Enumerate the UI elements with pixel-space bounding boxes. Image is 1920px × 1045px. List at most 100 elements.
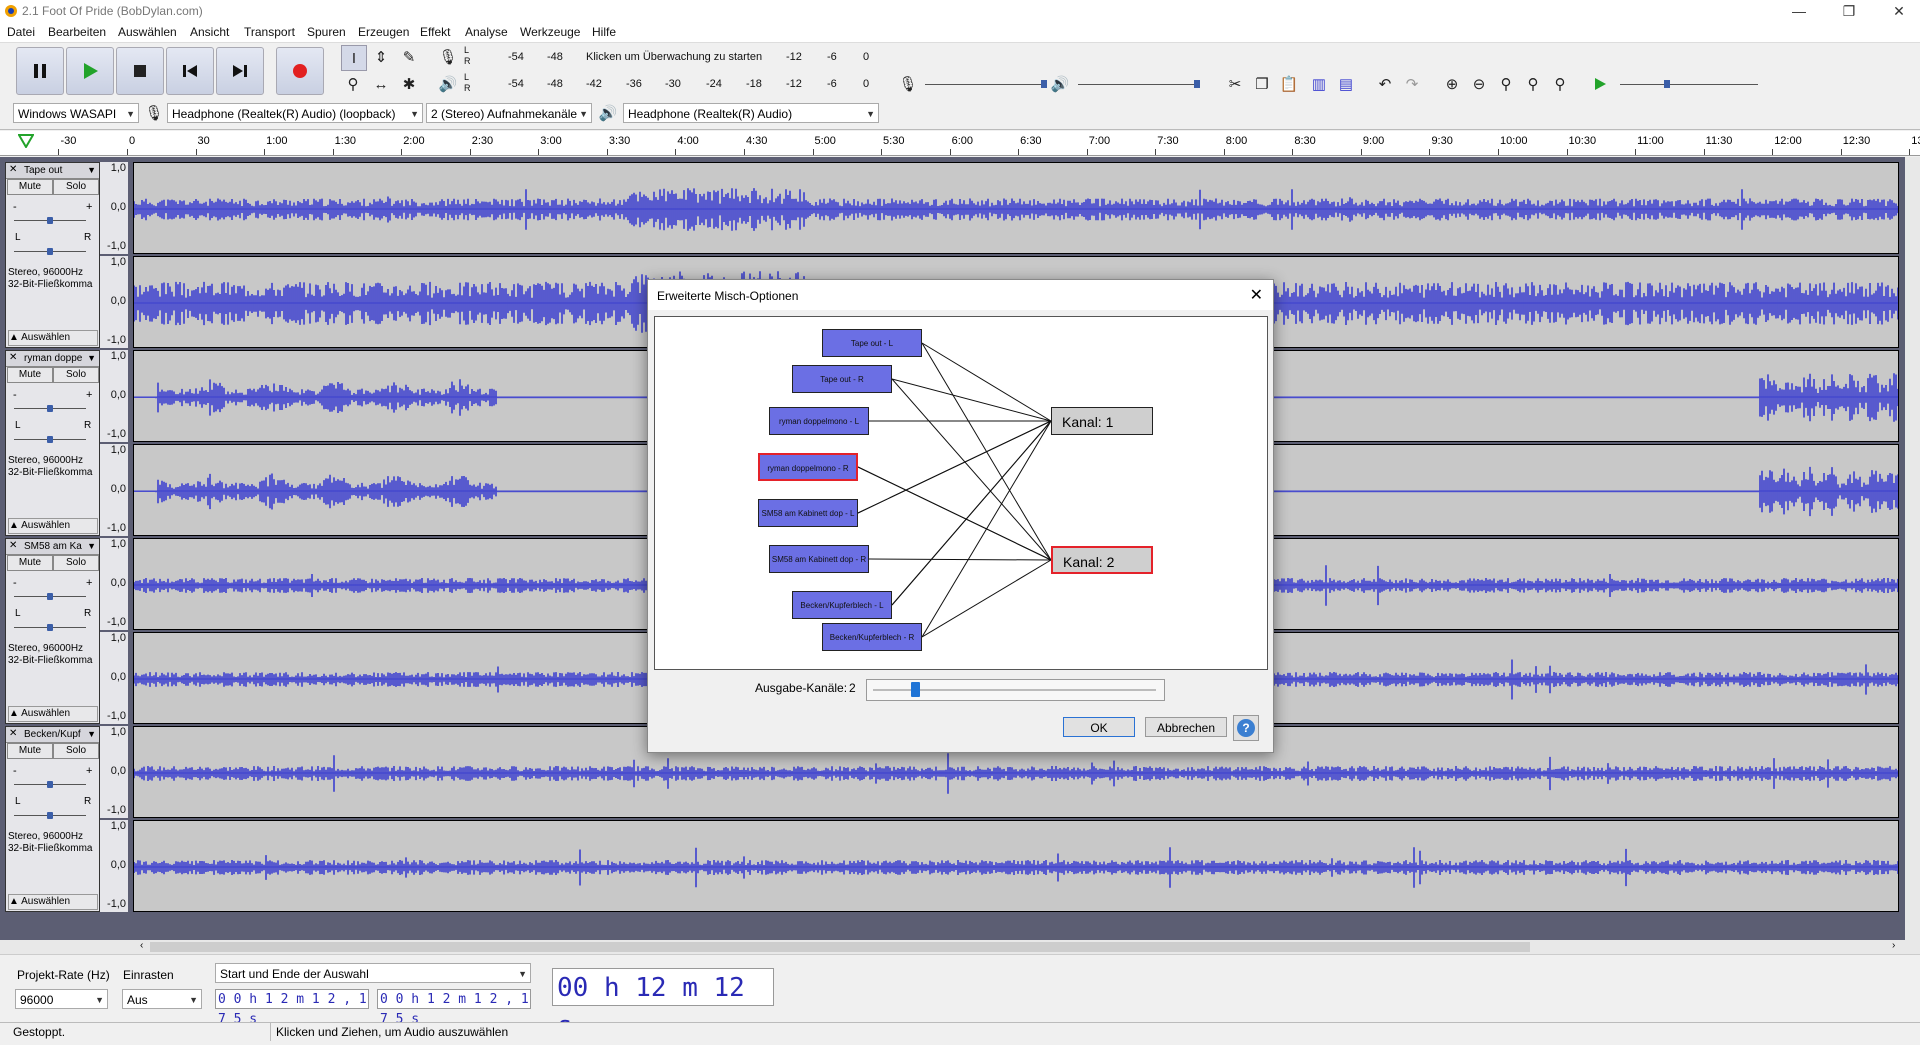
record-button[interactable] bbox=[276, 47, 324, 95]
mute-button[interactable]: Mute bbox=[7, 179, 53, 195]
chevron-down-icon[interactable]: ▼ bbox=[87, 729, 96, 739]
fit-selection-button[interactable]: ⚲ bbox=[1494, 72, 1518, 96]
solo-button[interactable]: Solo bbox=[53, 743, 99, 759]
menu-datei[interactable]: Datei bbox=[7, 25, 35, 39]
audio-position-time[interactable]: 00 h 12 m 12 s bbox=[552, 968, 774, 1041]
track-control-panel[interactable]: ✕ ryman doppe ▼ Mute Solo - + L R Stereo, 96000Hz… bbox=[5, 350, 100, 536]
output-channel-box[interactable]: Kanal: 1 bbox=[1051, 407, 1153, 435]
recording-channels-select[interactable]: 2 (Stereo) Aufnahmekanäle ▼ bbox=[426, 103, 592, 123]
record-meter[interactable]: -54 -48 Klicken um Überwachung zu starte… bbox=[475, 51, 875, 65]
menu-spuren[interactable]: Spuren bbox=[307, 25, 346, 39]
close-track-icon[interactable]: ✕ bbox=[9, 164, 17, 175]
gain-slider[interactable] bbox=[14, 405, 86, 412]
amplitude-scale[interactable]: 1,0 0,0 -1,0 bbox=[100, 350, 128, 442]
track-control-panel[interactable]: ✕ Becken/Kupf ▼ Mute Solo - + L R Stereo, 96000Hz… bbox=[5, 726, 100, 912]
close-track-icon[interactable]: ✕ bbox=[9, 728, 17, 739]
output-channels-slider-thumb[interactable] bbox=[911, 682, 920, 697]
track-select-button[interactable]: ▲ Auswählen bbox=[8, 330, 98, 346]
amplitude-scale[interactable]: 1,0 0,0 -1,0 bbox=[100, 632, 128, 724]
input-channel-box[interactable]: Becken/Kupferblech - L bbox=[792, 591, 892, 619]
track-control-panel[interactable]: ✕ Tape out ▼ Mute Solo - + L R Stereo, 96000Hz 32-… bbox=[5, 162, 100, 348]
input-volume-slider[interactable] bbox=[925, 80, 1047, 88]
scrollbar-thumb[interactable] bbox=[150, 942, 1530, 952]
zoom-in-button[interactable]: ⊕ bbox=[1440, 72, 1464, 96]
track-select-button[interactable]: ▲ Auswählen bbox=[8, 894, 98, 910]
horizontal-scrollbar[interactable]: ‹ › bbox=[0, 940, 1920, 955]
track-select-button[interactable]: ▲ Auswählen bbox=[8, 706, 98, 722]
paste-button[interactable]: 📋 bbox=[1277, 72, 1301, 96]
track-name-bar[interactable]: ✕ Becken/Kupf ▼ bbox=[6, 727, 99, 743]
mute-button[interactable]: Mute bbox=[7, 555, 53, 571]
solo-button[interactable]: Solo bbox=[53, 555, 99, 571]
amplitude-scale[interactable]: 1,0 0,0 -1,0 bbox=[100, 256, 128, 348]
menu-bearbeiten[interactable]: Bearbeiten bbox=[48, 25, 106, 39]
mixer-matrix[interactable]: Tape out - L Tape out - R ryman doppelmono… bbox=[654, 316, 1268, 670]
chevron-down-icon[interactable]: ▼ bbox=[87, 165, 96, 175]
fit-project-button[interactable]: ⚲ bbox=[1521, 72, 1545, 96]
chevron-down-icon[interactable]: ▼ bbox=[87, 541, 96, 551]
selection-start-time[interactable]: 0 0 h 1 2 m 1 2 , 1 7 5 s bbox=[215, 989, 369, 1027]
pan-slider[interactable] bbox=[14, 812, 86, 819]
amplitude-scale[interactable]: 1,0 0,0 -1,0 bbox=[100, 162, 128, 254]
undo-button[interactable]: ↶ bbox=[1373, 72, 1397, 96]
draw-tool-button[interactable]: ✎ bbox=[397, 45, 421, 69]
playback-meter-button[interactable]: 🔊 bbox=[436, 72, 460, 96]
menu-werkzeuge[interactable]: Werkzeuge bbox=[520, 25, 580, 39]
output-volume-slider[interactable] bbox=[1078, 80, 1200, 88]
pan-slider[interactable] bbox=[14, 624, 86, 631]
snap-select[interactable]: Aus ▼ bbox=[122, 989, 202, 1009]
skip-end-button[interactable] bbox=[216, 47, 264, 95]
play-button[interactable] bbox=[66, 47, 114, 95]
gain-slider[interactable] bbox=[14, 593, 86, 600]
pan-slider[interactable] bbox=[14, 248, 86, 255]
play-speed-slider[interactable] bbox=[1620, 80, 1758, 88]
cut-button[interactable]: ✂ bbox=[1223, 72, 1247, 96]
input-channel-box[interactable]: SM58 am Kabinett dop - L bbox=[758, 499, 858, 527]
redo-button[interactable]: ↷ bbox=[1400, 72, 1424, 96]
amplitude-scale[interactable]: 1,0 0,0 -1,0 bbox=[100, 726, 128, 818]
amplitude-scale[interactable]: 1,0 0,0 -1,0 bbox=[100, 538, 128, 630]
menu-erzeugen[interactable]: Erzeugen bbox=[358, 25, 409, 39]
record-meter-button[interactable]: 🎙 bbox=[436, 45, 460, 69]
selection-tool-button[interactable]: I bbox=[341, 45, 367, 71]
output-channels-slider[interactable] bbox=[866, 679, 1165, 701]
skip-start-button[interactable] bbox=[166, 47, 214, 95]
trim-button[interactable]: ▥ bbox=[1307, 72, 1331, 96]
waveform-channel[interactable] bbox=[133, 820, 1899, 912]
mute-button[interactable]: Mute bbox=[7, 367, 53, 383]
project-rate-select[interactable]: 96000 ▼ bbox=[15, 989, 108, 1009]
chevron-down-icon[interactable]: ▼ bbox=[87, 353, 96, 363]
menu-auswaehlen[interactable]: Auswählen bbox=[118, 25, 177, 39]
scroll-left-icon[interactable]: ‹ bbox=[140, 940, 143, 951]
solo-button[interactable]: Solo bbox=[53, 367, 99, 383]
envelope-tool-button[interactable]: ⇕ bbox=[369, 45, 393, 69]
amplitude-scale[interactable]: 1,0 0,0 -1,0 bbox=[100, 444, 128, 536]
menu-hilfe[interactable]: Hilfe bbox=[592, 25, 616, 39]
close-track-icon[interactable]: ✕ bbox=[9, 540, 17, 551]
track-select-button[interactable]: ▲ Auswählen bbox=[8, 518, 98, 534]
track-name-bar[interactable]: ✕ Tape out ▼ bbox=[6, 163, 99, 179]
close-track-icon[interactable]: ✕ bbox=[9, 352, 17, 363]
zoom-toggle-button[interactable]: ⚲ bbox=[1548, 72, 1572, 96]
vertical-scrollbar[interactable] bbox=[1905, 157, 1920, 940]
track-name-bar[interactable]: ✕ SM58 am Ka ▼ bbox=[6, 539, 99, 555]
selection-mode-select[interactable]: Start und Ende der Auswahl ▼ bbox=[215, 963, 531, 983]
playback-device-select[interactable]: Headphone (Realtek(R) Audio) ▼ bbox=[623, 103, 879, 123]
timeline-ruler[interactable]: -30 0 30 1:00 1:30 2:00 2:30 3:00 3:30 4:00 4:30 5:… bbox=[0, 131, 1920, 156]
waveform-channel[interactable] bbox=[133, 162, 1899, 254]
selection-end-time[interactable]: 0 0 h 1 2 m 1 2 , 1 7 5 s bbox=[377, 989, 531, 1027]
zoom-out-button[interactable]: ⊖ bbox=[1467, 72, 1491, 96]
pause-button[interactable] bbox=[16, 47, 64, 95]
menu-effekt[interactable]: Effekt bbox=[420, 25, 450, 39]
copy-button[interactable]: ❐ bbox=[1250, 72, 1274, 96]
recording-device-select[interactable]: Headphone (Realtek(R) Audio) (loopback) ▼ bbox=[167, 103, 423, 123]
stop-button[interactable] bbox=[116, 47, 164, 95]
input-channel-box[interactable]: ryman doppelmono - R bbox=[758, 453, 858, 481]
output-channel-box[interactable]: Kanal: 2 bbox=[1051, 546, 1153, 574]
help-button[interactable]: ? bbox=[1233, 715, 1259, 741]
input-channel-box[interactable]: SM58 am Kabinett dop - R bbox=[769, 545, 869, 573]
mute-button[interactable]: Mute bbox=[7, 743, 53, 759]
amplitude-scale[interactable]: 1,0 0,0 -1,0 bbox=[100, 820, 128, 912]
cancel-button[interactable]: Abbrechen bbox=[1145, 717, 1227, 737]
timeshift-tool-button[interactable]: ↔ bbox=[369, 72, 393, 96]
